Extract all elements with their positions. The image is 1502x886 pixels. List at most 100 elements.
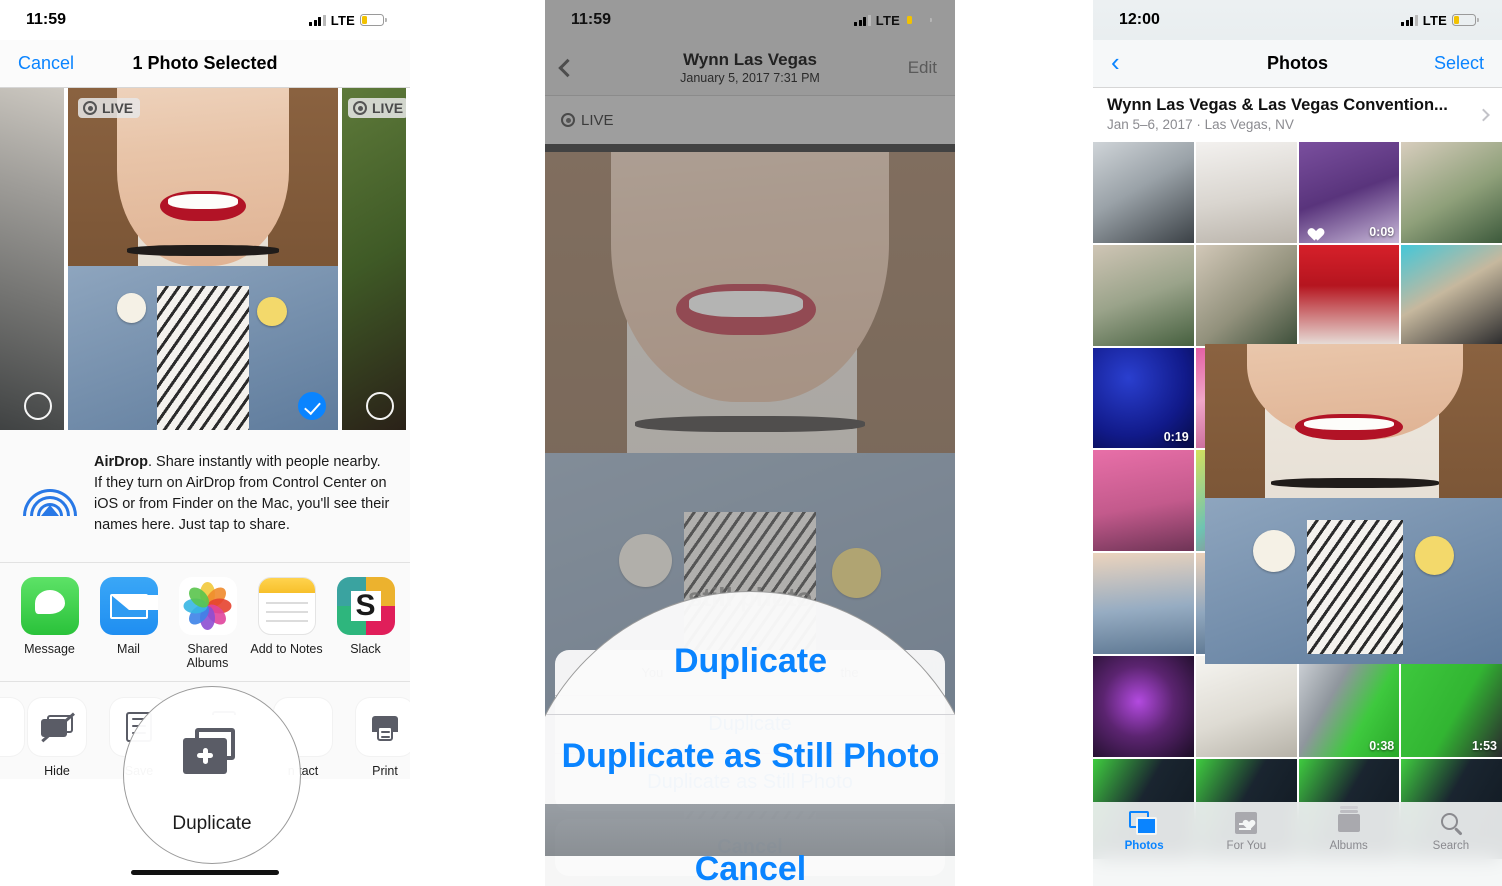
- live-label: LIVE: [372, 100, 404, 116]
- carrier-label: LTE: [330, 12, 355, 28]
- signal-bars-icon: [1401, 14, 1418, 26]
- photo-strip: LIVE LIVE: [0, 88, 410, 430]
- share-app-notes[interactable]: Add to Notes: [247, 577, 326, 656]
- battery-icon: [360, 14, 387, 26]
- photo-grid-cell[interactable]: [1401, 142, 1502, 243]
- photo-thumbnail: [1093, 553, 1194, 654]
- photo-grid-cell[interactable]: 1:53: [1401, 655, 1502, 757]
- photo-art: [342, 88, 406, 430]
- photo-thumbnail: [1298, 244, 1400, 346]
- photo-art-top: [157, 286, 249, 430]
- photo-grid-cell[interactable]: [1093, 142, 1194, 243]
- moment-subtitle: Jan 5–6, 2017 · Las Vegas, NV: [1107, 117, 1294, 132]
- duplicated-photo-overlay: [1205, 344, 1502, 664]
- share-app-shared-albums[interactable]: Shared Albums: [168, 577, 247, 671]
- photo-grid-cell[interactable]: [1401, 244, 1502, 346]
- live-label: LIVE: [581, 111, 614, 129]
- back-chevron-icon[interactable]: [558, 58, 577, 77]
- share-app-slack[interactable]: S Slack: [326, 577, 405, 656]
- live-icon: [83, 101, 97, 115]
- photo-art-pin: [116, 293, 147, 323]
- photo-grid-cell[interactable]: [1298, 244, 1400, 346]
- share-app-message[interactable]: Message: [10, 577, 89, 656]
- share-action-label: Hide: [44, 763, 70, 778]
- for-you-tab-icon: [1231, 811, 1261, 837]
- photo-art-top: [1307, 520, 1403, 655]
- battery-icon: [1452, 14, 1479, 26]
- live-photo-badge: LIVE: [348, 98, 406, 118]
- video-duration-label: 0:19: [1163, 430, 1189, 445]
- library-nav-bar: ‹ Photos Select: [1093, 40, 1502, 88]
- airdrop-description: AirDrop. Share instantly with people nea…: [94, 452, 392, 536]
- photo-art-pin: [1253, 529, 1295, 572]
- photos-library-panel: 12:00 LTE ‹ Photos Select Wynn Las Vegas…: [1093, 0, 1502, 886]
- live-label: LIVE: [102, 100, 134, 116]
- clipped-action-icon: [0, 697, 24, 756]
- live-photo-bar[interactable]: LIVE: [545, 96, 955, 144]
- messages-app-icon: [20, 577, 79, 636]
- tab-photos[interactable]: Photos: [1093, 811, 1195, 852]
- photo-art-teeth: [167, 194, 239, 210]
- photo-thumbnail: [1093, 655, 1194, 757]
- selection-ring[interactable]: [366, 392, 394, 420]
- photo-grid-cell[interactable]: [1093, 553, 1194, 654]
- search-tab-icon: [1436, 811, 1466, 837]
- mail-app-icon: [99, 577, 158, 636]
- share-action-hide[interactable]: Hide: [16, 697, 98, 779]
- magnified-duplicate-still-label: Duplicate as Still Photo: [561, 737, 940, 775]
- airdrop-icon: [22, 466, 78, 522]
- edit-button[interactable]: Edit: [908, 58, 937, 78]
- print-icon: [356, 697, 410, 756]
- favorite-heart-icon: [1305, 223, 1320, 237]
- cancel-button[interactable]: Cancel: [18, 53, 74, 74]
- share-action-clipped[interactable]: [0, 697, 24, 779]
- strip-photo-selected[interactable]: LIVE: [68, 88, 338, 430]
- magnifier-content: Duplicate Duplicate as Still Photo Cance…: [545, 592, 955, 886]
- tab-for-you[interactable]: For You: [1195, 811, 1297, 852]
- signal-bars-icon: [854, 14, 871, 26]
- share-app-mail[interactable]: Mail: [89, 577, 168, 656]
- strip-photo-left[interactable]: [0, 88, 64, 430]
- photo-grid-cell[interactable]: 0:09: [1298, 142, 1400, 243]
- photo-art-teeth: [1304, 417, 1394, 431]
- airdrop-row[interactable]: AirDrop. Share instantly with people nea…: [0, 430, 410, 564]
- video-duration-label: 0:38: [1369, 738, 1395, 753]
- photo-grid-cell[interactable]: [1195, 142, 1297, 243]
- photo-viewer-panel: 11:59 LTE Wynn Las Vegas January 5, 2017…: [545, 0, 955, 886]
- photo-art-pin: [257, 296, 287, 327]
- screenshot-stage: 11:59 LTE Cancel 1 Photo Selected LIVE L…: [0, 0, 1502, 886]
- magnifier-label: Duplicate: [172, 813, 252, 834]
- moment-header[interactable]: Wynn Las Vegas & Las Vegas Convention...…: [1093, 88, 1502, 142]
- photo-grid-cell[interactable]: [1195, 244, 1297, 346]
- photo-art-choker: [635, 416, 865, 433]
- photo-thumbnail: [1093, 244, 1194, 346]
- photo-grid-cell[interactable]: [1093, 450, 1194, 551]
- photo-grid-cell[interactable]: 0:19: [1093, 347, 1194, 449]
- photo-grid-cell[interactable]: [1093, 244, 1194, 346]
- photo-grid-cell[interactable]: [1093, 655, 1194, 757]
- selection-ring-checked[interactable]: [298, 392, 326, 420]
- photo-grid-cell[interactable]: [1195, 655, 1297, 757]
- selection-ring[interactable]: [24, 392, 52, 420]
- tab-albums[interactable]: Albums: [1298, 810, 1400, 852]
- photo-thumbnail: [1195, 244, 1297, 346]
- moment-title: Wynn Las Vegas & Las Vegas Convention...: [1107, 96, 1448, 114]
- strip-photo-right[interactable]: LIVE: [342, 88, 406, 430]
- photo-art-face: [116, 88, 290, 266]
- share-sheet-panel: 11:59 LTE Cancel 1 Photo Selected LIVE L…: [0, 0, 410, 886]
- duplicate-icon: [164, 715, 260, 811]
- tab-search[interactable]: Search: [1400, 811, 1502, 852]
- photo-thumbnail: [1093, 142, 1194, 243]
- share-action-label: Print: [372, 763, 398, 778]
- select-button[interactable]: Select: [1434, 53, 1484, 74]
- photo-thumbnail: [1195, 142, 1297, 243]
- magnified-cancel-label: Cancel: [694, 850, 807, 886]
- hide-icon: [28, 697, 86, 756]
- photo-art-choker: [1271, 478, 1439, 488]
- share-app-label: Mail: [117, 642, 140, 657]
- tab-label: Photos: [1124, 840, 1164, 852]
- notes-app-icon: [257, 577, 316, 636]
- share-action-print[interactable]: Print: [344, 697, 410, 779]
- photo-grid-cell[interactable]: 0:38: [1298, 655, 1400, 757]
- photo-art-pin: [618, 533, 673, 587]
